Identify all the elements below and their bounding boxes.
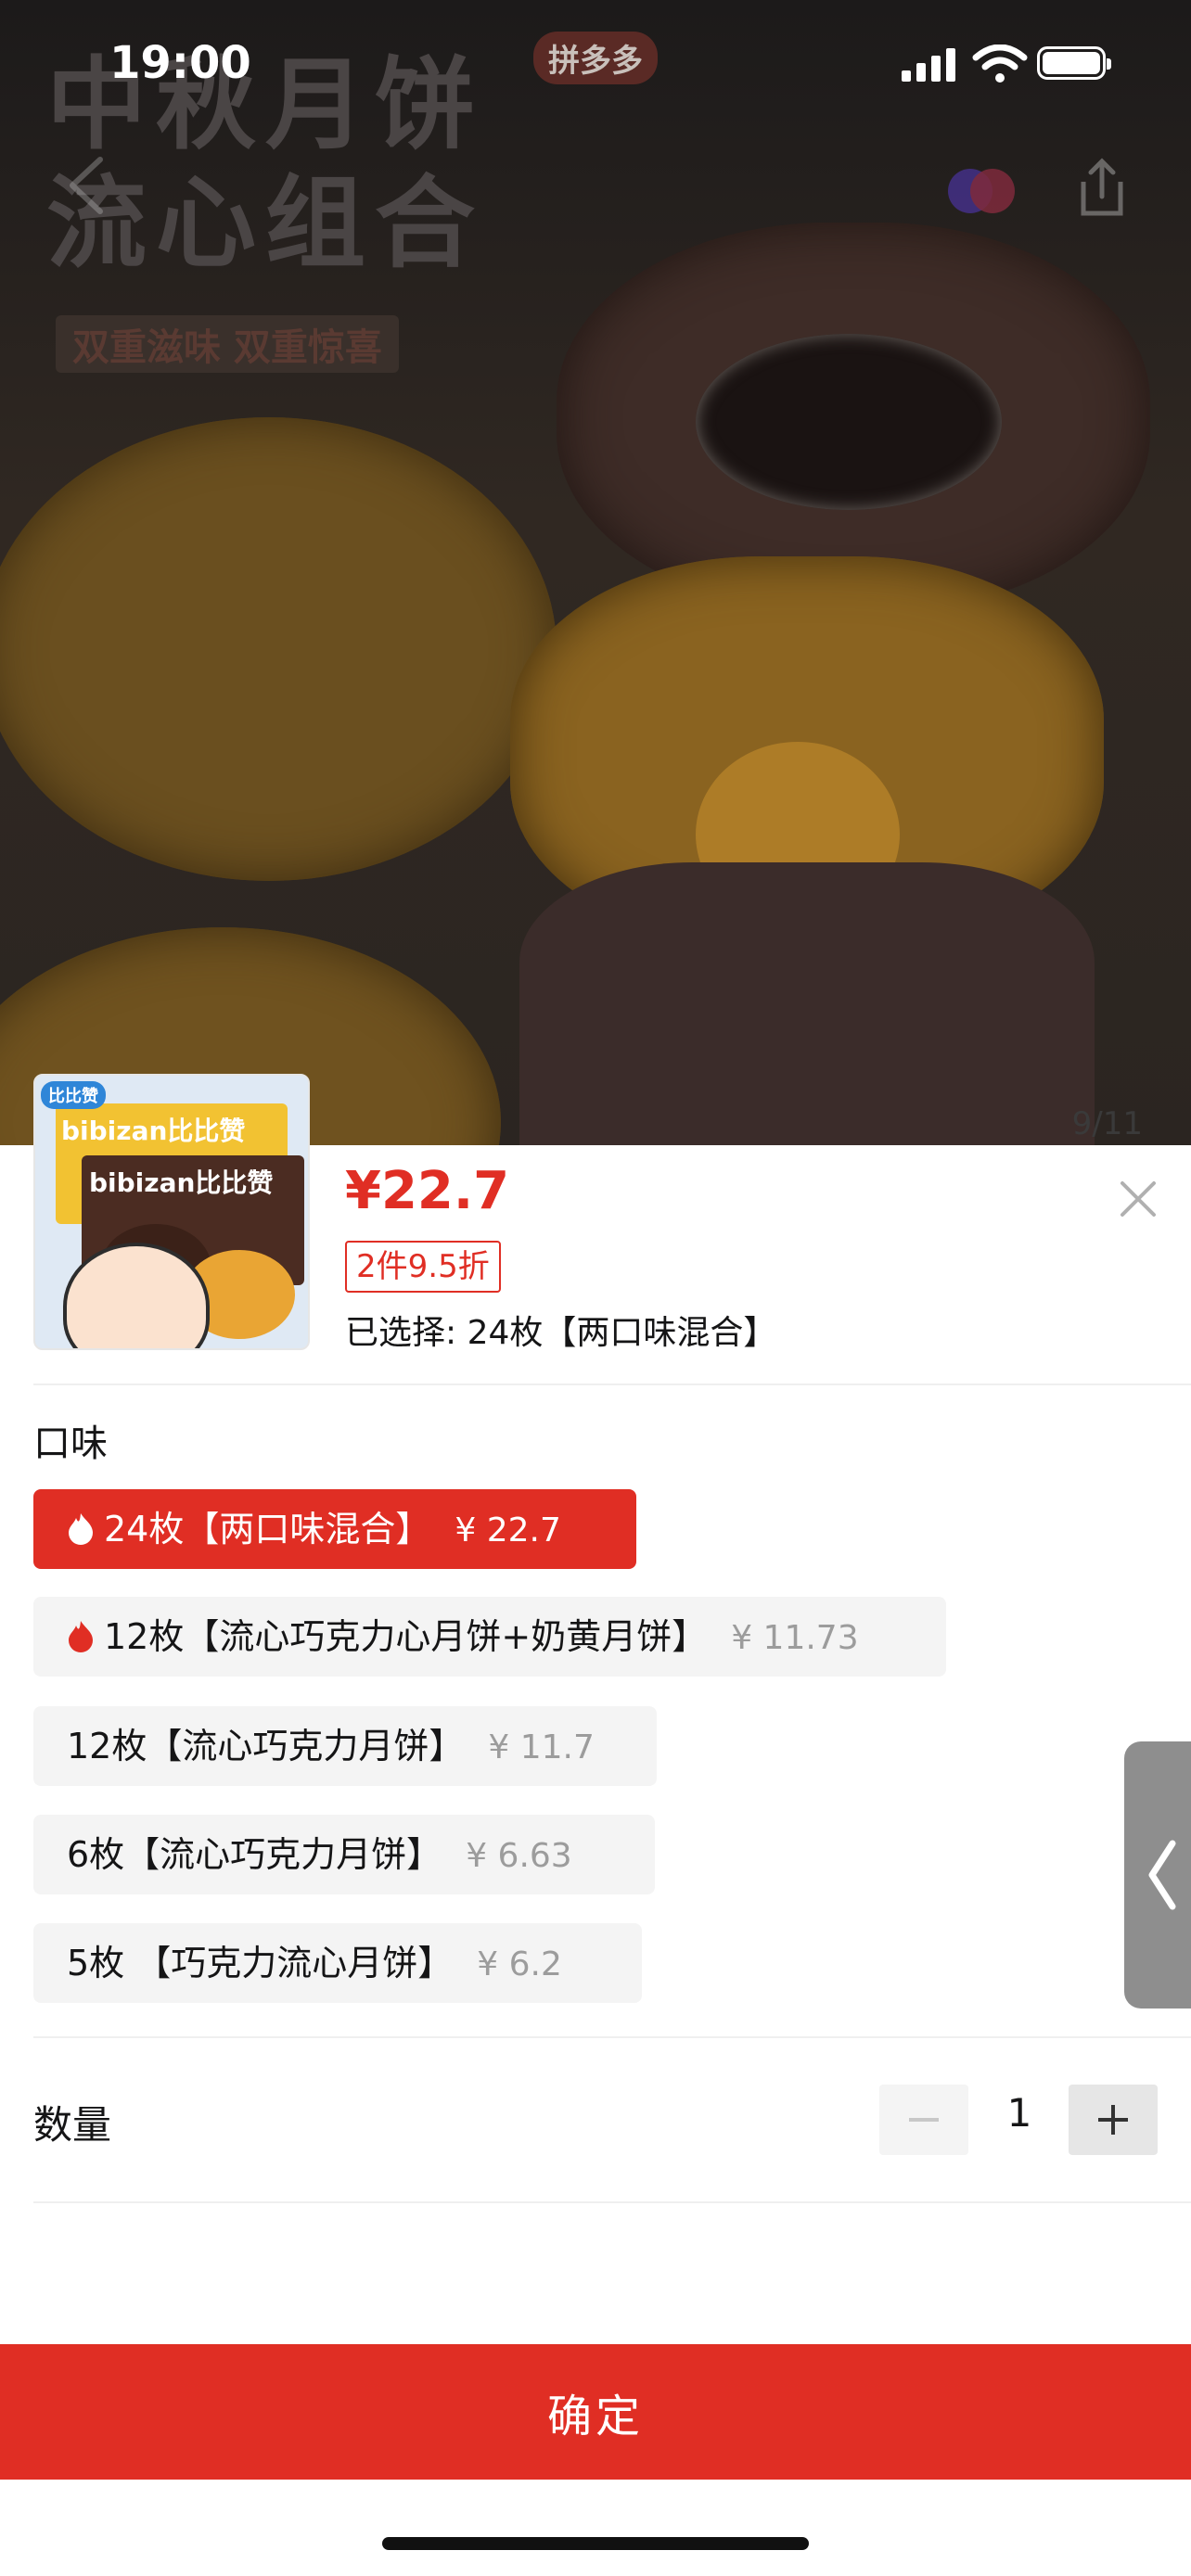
flavor-option[interactable]: 12枚【流心巧克力心月饼+奶黄月饼】 ¥ 11.73 [33,1597,946,1677]
flavor-option-price: ¥ 6.63 [466,1837,572,1875]
brand-logo: 比比赞 [41,1081,106,1109]
flavor-option[interactable]: 6枚【流心巧克力月饼】 ¥ 6.63 [33,1815,655,1894]
cellular-signal-icon [902,48,957,82]
mooncake-image [557,223,1150,612]
flavor-option-price: ¥ 11.73 [731,1619,859,1657]
divider [33,2201,1191,2203]
home-indicator [382,2537,809,2550]
flavor-option-label: 5枚 【巧克力流心月饼】 [67,1943,454,1983]
back-icon[interactable] [65,156,106,215]
selected-variant-text: 已选择: 24枚【两口味混合】 [345,1314,777,1352]
battery-icon [1037,46,1111,80]
flavor-option[interactable]: 12枚【流心巧克力月饼】 ¥ 11.7 [33,1706,657,1786]
mooncake-image [0,417,557,881]
flavor-option-price: ¥ 22.7 [455,1511,561,1549]
share-icon[interactable] [1076,158,1128,219]
flavor-option-label: 12枚【流心巧克力心月饼+奶黄月饼】 [104,1616,708,1657]
divider [33,2036,1191,2038]
close-icon[interactable] [1115,1176,1161,1222]
flame-icon [69,1621,93,1652]
flavor-option-label: 24枚【两口味混合】 [104,1509,431,1549]
quantity-value[interactable]: 1 [989,2090,1050,2136]
wifi-icon [972,45,1028,83]
chevron-left-icon [1148,1840,1176,1910]
flavor-option-price: ¥ 6.2 [477,1945,562,1983]
flavor-option[interactable]: 24枚【两口味混合】 ¥ 22.7 [33,1489,636,1569]
favorite-icon[interactable] [946,163,1017,219]
hero-subtitle: 双重滋味 双重惊喜 [56,315,399,373]
flavor-option-label: 12枚【流心巧克力月饼】 [67,1726,465,1766]
flame-icon [69,1513,93,1545]
quantity-increment-button[interactable] [1069,2085,1158,2155]
divider [33,1384,1191,1385]
quantity-decrement-button[interactable] [879,2085,968,2155]
discount-badge: 2件9.5折 [345,1241,501,1293]
thumbnail-brand-text: bibizan比比赞 [89,1167,274,1198]
thumbnail-brand-text: bibizan比比赞 [61,1116,246,1146]
flavor-label: 口味 [33,1422,108,1465]
flavor-option-price: ¥ 11.7 [488,1728,595,1766]
status-time: 19:00 [109,37,251,89]
hero-badge: 拼多多 [533,32,658,84]
flavor-option-label: 6枚【流心巧克力月饼】 [67,1834,442,1875]
product-price: ¥22.7 [345,1161,510,1221]
side-drawer-tab[interactable] [1124,1741,1191,2009]
image-page-indicator: 9/11 [1071,1105,1143,1142]
mooncake-image [519,862,1095,1145]
flavor-option[interactable]: 5枚 【巧克力流心月饼】 ¥ 6.2 [33,1923,642,2003]
product-thumbnail[interactable]: bibizan比比赞 bibizan比比赞 比比赞 [33,1074,310,1350]
confirm-button[interactable]: 确定 [0,2344,1191,2480]
quantity-label: 数量 [33,2102,112,2148]
